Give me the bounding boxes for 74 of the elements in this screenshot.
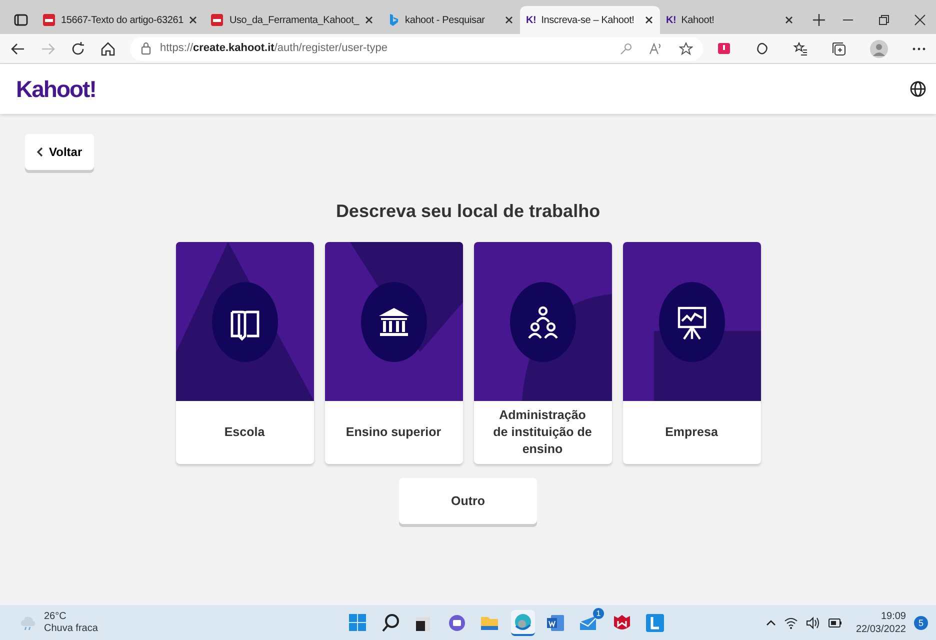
page-heading: Descreva seu local de trabalho [334, 200, 602, 223]
site-favicon: K! [666, 14, 676, 28]
site-favicon: K! [526, 14, 536, 28]
lock-icon [140, 42, 152, 55]
app-icon [645, 612, 665, 632]
avatar-icon[interactable] [870, 40, 888, 58]
close-icon[interactable] [644, 15, 654, 25]
option-card[interactable]: Administração de instituição de ensino [474, 242, 612, 464]
tab-title: Inscreva-se – Kahoot! [541, 14, 636, 28]
wifi-icon[interactable] [784, 616, 798, 630]
tab-title: Uso_da_Ferramenta_Kahoot_ [229, 14, 360, 28]
browser-icon [513, 612, 533, 632]
temperature: 26°C [44, 610, 68, 622]
option-label: Empresa [664, 424, 719, 442]
forward-icon [40, 40, 56, 56]
windows-icon [348, 612, 368, 632]
close-icon[interactable] [784, 15, 794, 25]
pdf-icon [42, 13, 56, 27]
option-label: Escola [223, 424, 266, 442]
tab-actions-icon[interactable] [14, 13, 28, 27]
notification-badge[interactable]: 5 [914, 616, 928, 630]
favorite-icon[interactable] [679, 42, 693, 56]
close-icon[interactable] [914, 14, 926, 26]
back-button[interactable]: Voltar [25, 134, 94, 170]
chevron-up-icon[interactable] [766, 618, 776, 628]
collections-icon[interactable] [832, 42, 846, 56]
weather-text: Chuva fraca [44, 622, 98, 634]
battery-icon[interactable] [828, 616, 842, 630]
pdf-icon [210, 13, 224, 27]
option-label: Administração de instituição de ensino [492, 407, 593, 458]
book-icon [230, 310, 259, 340]
kahoot-logo[interactable]: Kahoot! [16, 72, 96, 106]
browser-tab[interactable]: kahoot - Pesquisar [380, 6, 520, 34]
people-icon [528, 306, 558, 339]
clock-date[interactable]: 22/03/2022 [856, 622, 906, 636]
address-bar[interactable]: https://create.kahoot.it/auth/register/user-type [130, 36, 703, 60]
notification-badge: 1 [593, 608, 604, 618]
refresh-icon[interactable] [70, 40, 86, 56]
new-tab-icon[interactable] [812, 13, 826, 27]
back-icon[interactable] [10, 40, 26, 56]
clock-time[interactable]: 19:09 [856, 610, 906, 622]
tab-title: Kahoot! [681, 14, 716, 28]
presentation-icon [677, 306, 706, 340]
option-card[interactable]: Empresa [622, 242, 760, 464]
tab-title: kahoot - Pesquisar [405, 14, 486, 28]
chat-icon [447, 612, 467, 632]
browser-tab[interactable]: K! Inscreva-se – Kahoot! [520, 6, 660, 34]
option-card[interactable]: Ensino superior [324, 242, 462, 464]
other-option-button[interactable]: Outro [399, 478, 537, 524]
restore-icon[interactable] [878, 14, 890, 26]
option-card[interactable]: Escola [176, 242, 314, 464]
close-icon[interactable] [504, 15, 514, 25]
browser-tab[interactable]: K! Kahoot! [660, 6, 800, 34]
key-icon[interactable] [619, 42, 633, 56]
browser-tab[interactable]: Uso_da_Ferramenta_Kahoot_ [204, 6, 380, 34]
option-label: Ensino superior [344, 424, 442, 442]
language-icon[interactable] [910, 81, 926, 97]
browser-tab[interactable]: 15667-Texto do artigo-63261 [36, 6, 204, 34]
url-text: https://create.kahoot.it/auth/register/user-type [160, 41, 388, 56]
favorites-icon[interactable] [793, 42, 808, 56]
document-icon [546, 612, 566, 632]
institution-icon [378, 308, 408, 336]
taskbar-app[interactable]: 1 [577, 610, 601, 636]
extensions-icon[interactable] [755, 42, 769, 56]
tab-title: 15667-Texto do artigo-63261 [61, 14, 184, 28]
extension-icon[interactable] [717, 42, 731, 56]
read-aloud-icon[interactable] [649, 42, 663, 56]
volume-icon[interactable] [806, 616, 820, 630]
search-icon [381, 612, 401, 632]
home-icon[interactable] [100, 40, 116, 56]
close-icon[interactable] [188, 15, 198, 25]
chevron-icon [37, 147, 43, 157]
shield-icon [612, 612, 632, 632]
close-icon[interactable] [364, 15, 374, 25]
